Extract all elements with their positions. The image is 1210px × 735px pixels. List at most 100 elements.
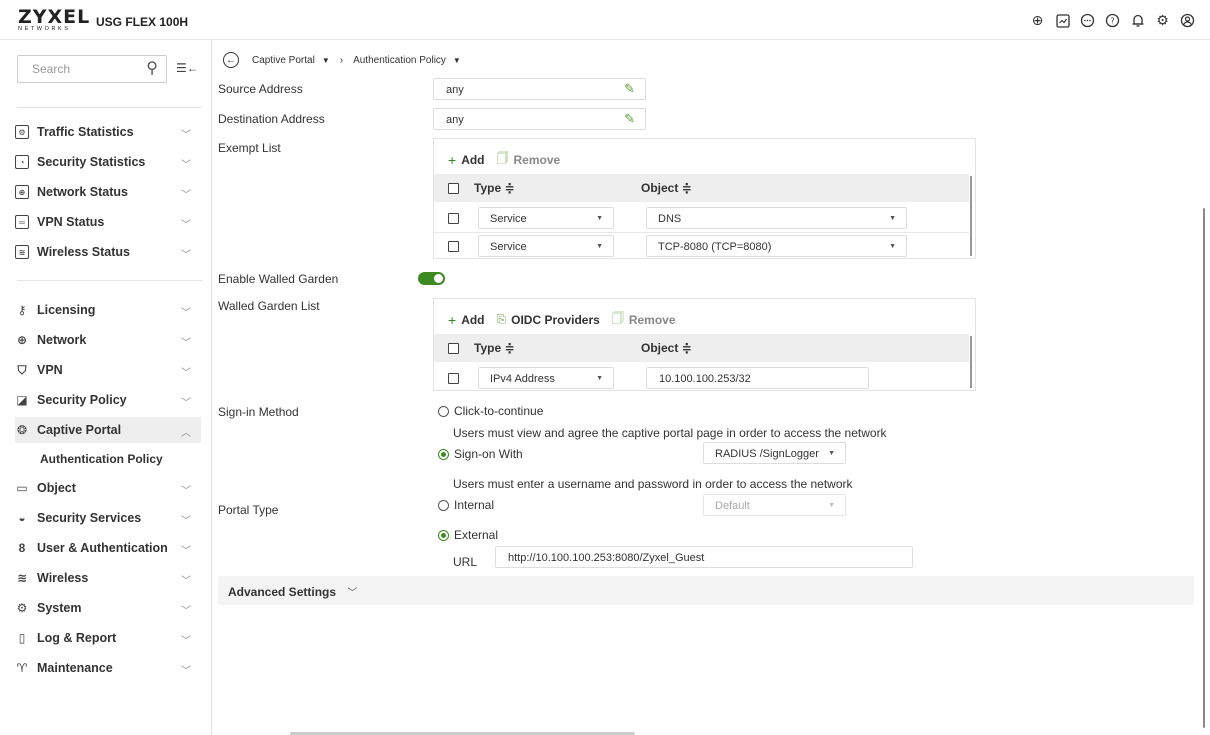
oidc-icon[interactable]: ⎘ <box>497 312 507 327</box>
sidebar-item-log-report[interactable]: ▯ Log & Report ﹀ <box>15 625 201 651</box>
chevron-down-icon: ﹀ <box>181 368 191 379</box>
exempt-row-object-select[interactable]: TCP-8080 (TCP=8080) ▼ <box>646 235 907 257</box>
radio-internal[interactable]: Internal <box>438 498 494 512</box>
col-type-header[interactable]: Type ≑ <box>474 341 515 355</box>
sidebar-item-system[interactable]: ⚙ System ﹀ <box>15 595 201 621</box>
plus-icon[interactable]: + <box>448 152 456 168</box>
pencil-icon[interactable]: ✎ <box>624 111 635 127</box>
plus-icon[interactable]: + <box>448 312 456 328</box>
oidc-providers-button[interactable]: OIDC Providers <box>511 313 600 327</box>
sidebar-item-label: Security Statistics <box>37 155 146 169</box>
gear-icon[interactable]: ⚙ <box>1154 12 1171 29</box>
sidebar-item-wireless[interactable]: ≋ Wireless ﹀ <box>15 565 201 591</box>
main-scrollbar[interactable] <box>1203 208 1205 728</box>
row-checkbox[interactable] <box>448 241 459 252</box>
sidebar-subitem-authentication-policy[interactable]: Authentication Policy <box>40 452 163 466</box>
exempt-row-type-select[interactable]: Service ▼ <box>478 235 614 257</box>
monitor-icon[interactable] <box>1054 12 1071 29</box>
breadcrumb-captive-portal[interactable]: Captive Portal <box>252 55 315 66</box>
walled-garden-list-label: Walled Garden List <box>218 299 320 313</box>
sidebar-item-network[interactable]: ⊕ Network ﹀ <box>15 327 201 353</box>
col-object-header[interactable]: Object ≑ <box>641 341 692 355</box>
sidebar-item-label: VPN Status <box>37 215 105 229</box>
sidebar-item-maintenance[interactable]: ♈ Maintenance ﹀ <box>15 655 201 681</box>
sidebar-item-security-services[interactable]: ◒ Security Services ﹀ <box>15 505 201 531</box>
help-icon[interactable]: ? <box>1104 12 1121 29</box>
source-address-value: any <box>446 84 464 96</box>
chat-icon[interactable] <box>1079 12 1096 29</box>
exempt-list-panel: + Add 🗍 Remove Type ≑ Object ≑ Service ▼… <box>433 138 976 259</box>
col-type-header[interactable]: Type ≑ <box>474 181 515 195</box>
source-address-field[interactable]: any ✎ <box>433 78 646 100</box>
trash-icon[interactable]: 🗍 <box>612 309 624 330</box>
radio-on-icon <box>438 529 449 541</box>
sidebar-item-security-policy[interactable]: ◪ Security Policy ﹀ <box>15 387 201 413</box>
trash-icon[interactable]: 🗍 <box>497 149 509 170</box>
exempt-table-scrollbar[interactable] <box>970 176 972 256</box>
back-arrow-icon[interactable]: ← <box>223 52 239 68</box>
walled-garden-row-object-field[interactable]: 10.100.100.253/32 <box>646 367 869 389</box>
walled-garden-row-type-select[interactable]: IPv4 Address ▼ <box>478 367 614 389</box>
sidebar-item-label: VPN <box>37 363 63 377</box>
dropdown-arrow-icon: ▼ <box>889 215 896 222</box>
sidebar-item-user-authentication[interactable]: 8 User & Authentication ﹀ <box>15 535 201 561</box>
pencil-icon[interactable]: ✎ <box>624 81 635 97</box>
breadcrumb-authentication-policy[interactable]: Authentication Policy <box>353 55 446 66</box>
user-icon[interactable] <box>1179 12 1196 29</box>
vpn-status-icon: ═ <box>15 215 29 229</box>
exempt-remove-button[interactable]: Remove <box>514 153 561 167</box>
system-icon: ⚙ <box>16 601 28 615</box>
sidebar-item-label: Security Policy <box>37 393 127 407</box>
chevron-up-icon: ︿ <box>181 428 191 439</box>
row-checkbox[interactable] <box>448 213 459 224</box>
sidebar-item-vpn[interactable]: ⛉ VPN ﹀ <box>15 357 201 383</box>
caret-down-icon[interactable]: ▼ <box>322 56 330 65</box>
sidebar-item-security-statistics[interactable]: ◔ Security Statistics ﹀ <box>15 149 201 175</box>
security-statistics-icon: ◔ <box>15 155 29 169</box>
advanced-settings-toggle[interactable]: Advanced Settings ﹀ <box>218 576 1194 605</box>
row-checkbox[interactable] <box>448 373 459 384</box>
sidebar-item-traffic-statistics[interactable]: ⚙ Traffic Statistics ﹀ <box>15 119 201 145</box>
walled-garden-add-button[interactable]: Add <box>461 313 484 327</box>
globe-icon[interactable]: ⊕ <box>1029 12 1046 29</box>
row-type-value: Service <box>490 241 527 253</box>
network-icon: ⊕ <box>16 333 28 347</box>
radio-click-to-continue[interactable]: Click-to-continue <box>438 404 543 418</box>
walled-garden-table-header: Type ≑ Object ≑ <box>434 334 969 362</box>
exempt-add-button[interactable]: Add <box>461 153 484 167</box>
enable-walled-garden-label: Enable Walled Garden <box>218 272 339 286</box>
sidebar-item-object[interactable]: ▭ Object ﹀ <box>15 475 201 501</box>
sidebar-item-label: User & Authentication <box>37 541 168 555</box>
chevron-down-icon: ﹀ <box>181 398 191 409</box>
walled-garden-toggle[interactable] <box>418 272 445 285</box>
search-icon[interactable]: ⚲ <box>146 58 158 78</box>
sidebar-item-vpn-status[interactable]: ═ VPN Status ﹀ <box>15 209 201 235</box>
sign-on-server-select[interactable]: RADIUS /SignLogger ▼ <box>703 442 846 464</box>
sidebar-item-licensing[interactable]: ⚷ Licensing ﹀ <box>15 297 201 323</box>
chevron-down-icon: ﹀ <box>181 516 191 527</box>
walled-garden-remove-button[interactable]: Remove <box>629 313 676 327</box>
zyxel-logo[interactable]: ZYXEL NETWORKS <box>18 8 90 33</box>
sidebar-item-network-status[interactable]: ⊕ Network Status ﹀ <box>15 179 201 205</box>
col-object-header[interactable]: Object ≑ <box>641 181 692 195</box>
exempt-row-type-select[interactable]: Service ▼ <box>478 207 614 229</box>
destination-address-field[interactable]: any ✎ <box>433 108 646 130</box>
radio-sign-on-with[interactable]: Sign-on With <box>438 447 523 461</box>
header-icons: ⊕ ? ⚙ <box>1029 12 1196 29</box>
radio-external[interactable]: External <box>438 528 498 542</box>
sidebar-item-label: Traffic Statistics <box>37 125 134 139</box>
collapse-sidebar-icon[interactable]: ☰← <box>176 61 199 75</box>
wireless-status-icon: ≋ <box>15 245 29 259</box>
sidebar-item-captive-portal[interactable]: ❂ Captive Portal ︿ <box>15 417 201 443</box>
search-input[interactable]: Search ⚲ <box>17 55 167 83</box>
sidebar-divider <box>17 280 202 281</box>
select-all-checkbox[interactable] <box>448 183 459 194</box>
click-to-continue-help: Users must view and agree the captive po… <box>453 426 887 440</box>
sidebar-item-wireless-status[interactable]: ≋ Wireless Status ﹀ <box>15 239 201 265</box>
external-url-field[interactable]: http://10.100.100.253:8080/Zyxel_Guest <box>495 546 913 568</box>
select-all-checkbox[interactable] <box>448 343 459 354</box>
walled-garden-table-scrollbar[interactable] <box>970 336 972 388</box>
exempt-row-object-select[interactable]: DNS ▼ <box>646 207 907 229</box>
caret-down-icon[interactable]: ▼ <box>453 56 461 65</box>
bell-icon[interactable] <box>1129 12 1146 29</box>
